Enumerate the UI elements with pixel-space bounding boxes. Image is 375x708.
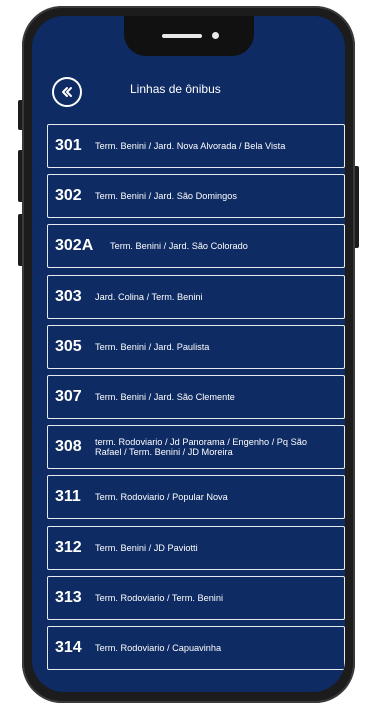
front-camera <box>211 32 219 39</box>
notch <box>123 16 254 56</box>
route-number: 314 <box>55 638 82 656</box>
app-screen: Linhas de ônibus 301 Term. Benini / Jard… <box>32 16 345 692</box>
route-number: 302A <box>55 237 94 255</box>
route-list: 301 Term. Benini / Jard. Nova Alvorada /… <box>47 124 345 676</box>
route-description: Term. Rodoviario / Capuavinha <box>95 642 222 653</box>
route-item-308[interactable]: 308 term. Rodoviario / Jd Panorama / Eng… <box>47 425 345 470</box>
route-description: Term. Benini / Jard. Paulista <box>95 341 210 352</box>
route-number: 313 <box>55 588 82 606</box>
header: Linhas de ônibus <box>32 72 345 116</box>
route-item-303[interactable]: 303 Jard. Colina / Term. Benini <box>47 274 345 319</box>
route-item-302a[interactable]: 302A Term. Benini / Jard. São Colorado <box>47 224 345 269</box>
route-number: 305 <box>55 337 82 355</box>
double-chevron-left-icon <box>62 87 72 97</box>
route-description: Term. Benini / Jard. São Clemente <box>95 391 235 402</box>
route-item-314[interactable]: 314 Term. Rodoviario / Capuavinha <box>47 625 345 670</box>
route-item-307[interactable]: 307 Term. Benini / Jard. São Clemente <box>47 374 345 419</box>
route-description: Term. Rodoviario / Popular Nova <box>95 492 228 503</box>
route-item-301[interactable]: 301 Term. Benini / Jard. Nova Alvorada /… <box>47 124 345 168</box>
route-number: 302 <box>55 187 82 205</box>
route-item-313[interactable]: 313 Term. Rodoviario / Term. Benini <box>47 575 345 620</box>
back-button[interactable] <box>52 77 82 107</box>
route-description: Term. Rodoviario / Term. Benini <box>95 592 223 603</box>
route-description: Jard. Colina / Term. Benini <box>95 291 203 302</box>
route-number: 308 <box>55 438 82 456</box>
route-item-312[interactable]: 312 Term. Benini / JD Paviotti <box>47 525 345 570</box>
route-item-302[interactable]: 302 Term. Benini / Jard. São Domingos <box>47 174 345 219</box>
route-number: 307 <box>55 387 82 405</box>
route-description: Term. Benini / JD Paviotti <box>95 542 198 553</box>
route-description: Term. Benini / Jard. São Domingos <box>95 191 237 202</box>
route-description: Term. Benini / Jard. São Colorado <box>110 241 248 252</box>
status-area <box>32 16 345 58</box>
route-number: 312 <box>55 538 82 556</box>
route-item-305[interactable]: 305 Term. Benini / Jard. Paulista <box>47 324 345 369</box>
speaker <box>161 34 202 38</box>
route-description: term. Rodoviario / Jd Panorama / Engenho… <box>95 437 307 458</box>
route-number: 303 <box>55 287 82 305</box>
route-number: 311 <box>55 488 81 506</box>
route-description: Term. Benini / Jard. Nova Alvorada / Bel… <box>95 141 286 151</box>
route-number: 301 <box>55 137 82 154</box>
route-item-311[interactable]: 311 Term. Rodoviario / Popular Nova <box>47 475 345 520</box>
page-title: Linhas de ônibus <box>130 82 221 96</box>
